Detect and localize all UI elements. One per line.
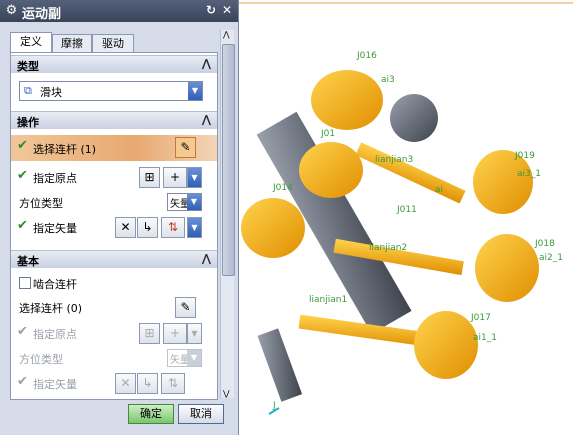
label-ai2-1: ai2_1 (539, 253, 563, 263)
vector-type-icon[interactable]: ⇅ (161, 217, 185, 238)
ok-button[interactable]: 确定 (128, 404, 174, 424)
graphics-viewport[interactable]: J016 ai3 J01 lianjian3 J019 ai3_1 J014 a… (239, 0, 573, 435)
cancel-button[interactable]: 取消 (178, 404, 224, 424)
base-specify-vector-label: 指定矢量 (33, 378, 77, 391)
chevron-down-icon: ▼ (188, 82, 202, 100)
dialog-scrollbar[interactable]: ⋀ ⋁ (220, 30, 235, 398)
tab-definition[interactable]: 定义 (10, 32, 52, 53)
dialog-title-bar: ⚙ 运动副 ↻ ✕ (0, 0, 238, 22)
reverse-direction-icon: ✕ (115, 373, 136, 394)
label-ai3: ai3 (381, 75, 395, 85)
chevron-down-icon[interactable]: ⋁ (223, 389, 230, 398)
crankshaft-end (257, 328, 303, 402)
operation-section-title: 操作 (17, 116, 39, 129)
pencil-select-icon[interactable]: ✎ (175, 297, 196, 318)
label-j014: J014 (272, 183, 293, 193)
check-icon: ✔ (17, 374, 28, 389)
engage-link-checkbox[interactable] (19, 277, 31, 289)
label-lianjian3: lianjian3 (375, 155, 413, 165)
engage-link-row: 啮合连杆 (11, 271, 217, 295)
chevron-down-icon: ▼ (187, 350, 201, 366)
operation-vector-row: ✔ 指定矢量 ✕ ↳ ⇅ ▼ (11, 215, 217, 239)
piston-left-upper (299, 142, 363, 198)
label-j011: J011 (396, 205, 417, 215)
base-specify-origin-label: 指定原点 (33, 328, 77, 341)
chevron-up-icon: ⋀ (201, 57, 211, 70)
type-section-header[interactable]: 类型 ⋀ (11, 55, 217, 73)
chevron-up-icon[interactable]: ⋀ (223, 30, 230, 39)
engine-assembly-model: J016 ai3 J01 lianjian3 J019 ai3_1 J014 a… (239, 2, 573, 415)
close-icon[interactable]: ✕ (220, 3, 234, 18)
operation-origin-row: ✔ 指定原点 ⊞ + ▼ (11, 165, 217, 189)
operation-orientation-row: 方位类型 矢量 ▼ (11, 190, 217, 214)
engage-link-label: 啮合连杆 (33, 278, 77, 291)
joint-type-value: 滑块 (40, 86, 62, 99)
slider-joint-icon: ⧉ (24, 84, 32, 97)
piston-left-lower (241, 198, 305, 258)
scrollbar-thumb[interactable] (222, 44, 235, 276)
dialog-title: 运动副 (22, 7, 62, 22)
chevron-down-icon: ▼ (187, 323, 202, 344)
base-vector-row: ✔ 指定矢量 ✕ ↳ ⇅ (11, 371, 217, 395)
chevron-up-icon: ⋀ (201, 113, 211, 126)
label-ai3-1: ai3_1 (517, 169, 541, 179)
pencil-select-icon[interactable]: ✎ (175, 137, 196, 158)
piston-right-2 (475, 234, 539, 302)
chevron-up-icon: ⋀ (201, 252, 211, 265)
vector-type-icon: ⇅ (161, 373, 185, 394)
vector-dialog-icon: ↳ (137, 373, 158, 394)
piston-top (311, 70, 383, 130)
label-j017: J017 (470, 313, 491, 323)
check-icon: ✔ (17, 168, 28, 183)
piston-right-3 (414, 311, 478, 379)
check-icon: ✔ (17, 138, 28, 153)
point-type-icon: + (163, 323, 187, 344)
label-j016: J016 (356, 51, 377, 61)
label-j018: J018 (534, 239, 555, 249)
operation-section-header[interactable]: 操作 ⋀ (11, 111, 217, 129)
gear-icon: ⚙ (5, 3, 18, 18)
base-section-header[interactable]: 基本 ⋀ (11, 250, 217, 268)
base-orientation-type-label: 方位类型 (19, 353, 63, 366)
label-lianjian1: lianjian1 (309, 295, 347, 305)
point-type-icon[interactable]: + (163, 167, 187, 188)
label-ai: ai (435, 185, 443, 195)
tab-friction[interactable]: 摩擦 (52, 34, 92, 52)
base-select-link-row[interactable]: 选择连杆 (0) ✎ (11, 295, 217, 319)
point-dialog-icon: ⊞ (139, 323, 160, 344)
vector-dialog-icon[interactable]: ↳ (137, 217, 158, 238)
connecting-rod-3 (355, 142, 466, 204)
tab-drive[interactable]: 驱动 (92, 34, 134, 52)
label-j019: J019 (514, 151, 535, 161)
definition-panel: 类型 ⋀ ⧉ 滑块 ▼ 操作 ⋀ ✔ 选择连杆 (1) ✎ ✔ 指定原点 ⊞ +… (10, 52, 218, 400)
label-j01: J01 (320, 129, 335, 139)
check-icon: ✔ (17, 218, 28, 233)
base-section-title: 基本 (17, 255, 39, 268)
specify-vector-label: 指定矢量 (33, 222, 77, 235)
point-dialog-icon[interactable]: ⊞ (139, 167, 160, 188)
operation-select-link-row[interactable]: ✔ 选择连杆 (1) ✎ (11, 135, 217, 161)
specify-origin-label: 指定原点 (33, 172, 77, 185)
type-section-title: 类型 (17, 60, 39, 73)
flywheel (390, 94, 438, 142)
label-ai1-1: ai1_1 (473, 333, 497, 343)
base-orientation-type-dropdown: 矢量 ▼ (167, 349, 202, 367)
orientation-type-dropdown[interactable]: 矢量 ▼ (167, 193, 202, 211)
select-link-label: 选择连杆 (1) (33, 143, 97, 156)
reverse-direction-icon[interactable]: ✕ (115, 217, 136, 238)
check-icon: ✔ (17, 324, 28, 339)
base-origin-row: ✔ 指定原点 ⊞ + ▼ (11, 321, 217, 345)
chevron-down-icon: ▼ (187, 194, 201, 210)
base-orientation-row: 方位类型 矢量 ▼ (11, 346, 217, 370)
joint-type-dropdown[interactable]: ⧉ 滑块 ▼ (19, 81, 203, 101)
orientation-type-label: 方位类型 (19, 197, 63, 210)
reset-icon[interactable]: ↻ (204, 3, 218, 18)
motion-joint-dialog: ⚙ 运动副 ↻ ✕ 定义 摩擦 驱动 类型 ⋀ ⧉ 滑块 ▼ 操作 ⋀ ✔ 选择… (0, 0, 239, 435)
label-lianjian2: lianjian2 (369, 243, 407, 253)
base-select-link-label: 选择连杆 (0) (19, 302, 83, 315)
chevron-down-icon[interactable]: ▼ (187, 217, 202, 238)
chevron-down-icon[interactable]: ▼ (187, 167, 202, 188)
